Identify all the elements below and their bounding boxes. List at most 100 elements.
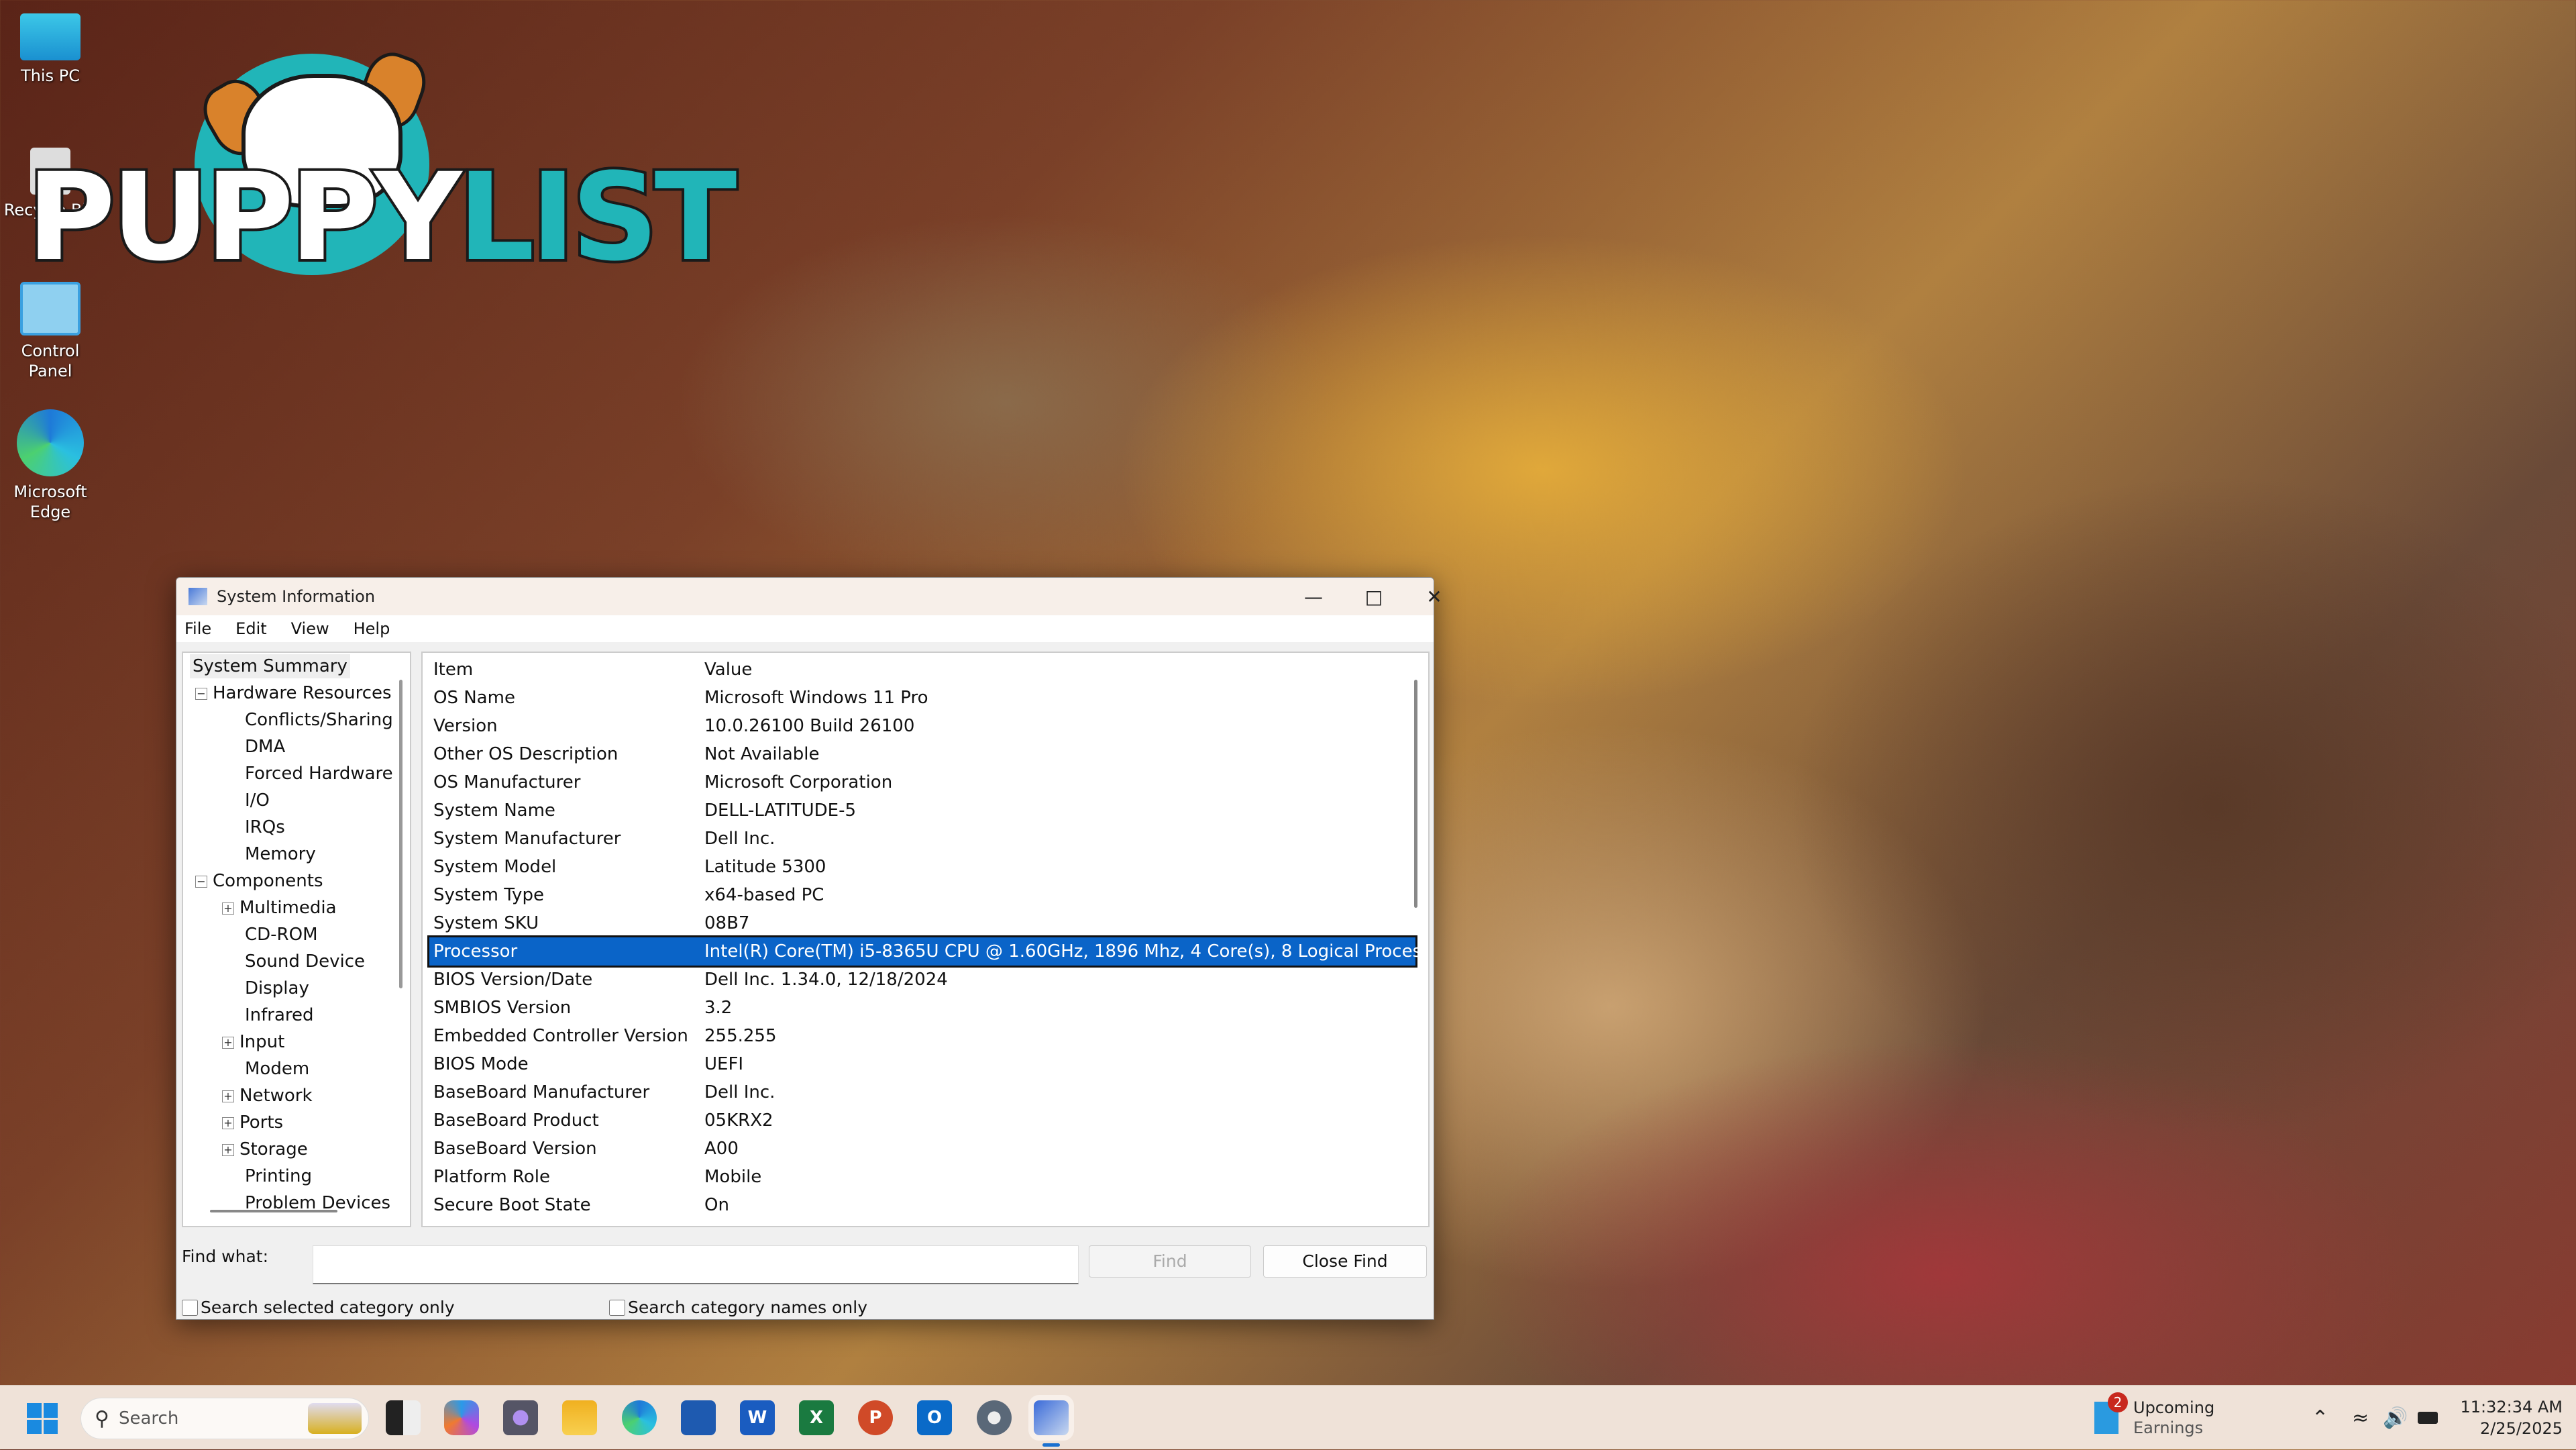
tree-item[interactable]: Problem Devices: [222, 1191, 390, 1215]
find-button[interactable]: Find: [1089, 1245, 1251, 1278]
table-row[interactable]: BIOS Version/Date Dell Inc. 1.34.0, 12/18…: [429, 966, 1415, 994]
close-button[interactable]: ✕: [1404, 578, 1464, 615]
table-row[interactable]: Embedded Controller Version 255.255: [429, 1022, 1415, 1050]
row-item: OS Manufacturer: [433, 772, 581, 792]
row-item: BaseBoard Version: [433, 1139, 597, 1159]
row-value: Mobile: [704, 1167, 762, 1187]
desktop-icon-edge[interactable]: Microsoft Edge: [0, 409, 101, 522]
find-what-label: Find what:: [182, 1247, 269, 1266]
tree-item[interactable]: DMA: [222, 735, 285, 759]
powerpoint-icon[interactable]: P: [858, 1400, 893, 1435]
minimize-button[interactable]: —: [1283, 578, 1344, 615]
tree-item[interactable]: IRQs: [222, 815, 285, 839]
expand-icon[interactable]: +: [222, 902, 234, 915]
taskbar: ⚲ Search W X P O 2 Upcoming Earnings ⌃ ≈ …: [0, 1385, 2576, 1449]
row-value: 255.255: [704, 1026, 777, 1046]
row-value: 08B7: [704, 913, 750, 933]
collapse-icon[interactable]: −: [195, 687, 207, 700]
expand-icon[interactable]: +: [222, 1117, 234, 1129]
settings-icon[interactable]: [977, 1400, 1012, 1435]
battery-icon[interactable]: [2418, 1386, 2438, 1450]
menu-view[interactable]: View: [291, 619, 329, 638]
wifi-icon[interactable]: ≈: [2352, 1386, 2369, 1450]
tree-item[interactable]: I/O: [222, 788, 270, 813]
find-what-input[interactable]: [313, 1245, 1079, 1284]
tree-item[interactable]: − Components: [195, 869, 323, 893]
maximize-button[interactable]: □: [1344, 578, 1404, 615]
outlook-icon[interactable]: O: [917, 1400, 952, 1435]
table-row[interactable]: Platform Role Mobile: [429, 1163, 1415, 1191]
earnings-widget[interactable]: 2 Upcoming Earnings: [2094, 1386, 2214, 1450]
volume-icon[interactable]: 🔊: [2383, 1386, 2408, 1450]
search-selected-category-checkbox[interactable]: Search selected category only: [182, 1298, 455, 1317]
copilot-icon[interactable]: [444, 1400, 479, 1435]
table-row[interactable]: Processor Intel(R) Core(TM) i5-8365U CPU …: [427, 935, 1428, 968]
desktop-icon-control-panel[interactable]: Control Panel: [0, 282, 101, 381]
category-tree[interactable]: System Summary − Hardware Resources Confli…: [182, 652, 411, 1227]
expand-icon[interactable]: +: [222, 1036, 234, 1049]
camera-icon[interactable]: [503, 1400, 538, 1435]
tree-item-system-summary[interactable]: System Summary: [190, 654, 350, 678]
row-item: BIOS Version/Date: [433, 970, 593, 990]
row-item: System Model: [433, 857, 557, 877]
tree-item[interactable]: − Hardware Resources: [195, 681, 392, 705]
store-icon[interactable]: [681, 1400, 716, 1435]
collapse-icon[interactable]: −: [195, 875, 207, 888]
tree-item[interactable]: + Ports: [222, 1110, 283, 1135]
expand-icon[interactable]: +: [222, 1143, 234, 1156]
tree-item[interactable]: Memory: [222, 842, 316, 866]
system-information-taskbar-icon[interactable]: [1028, 1395, 1074, 1441]
close-find-button[interactable]: Close Find: [1263, 1245, 1427, 1278]
table-row[interactable]: Version 10.0.26100 Build 26100: [429, 712, 1415, 740]
table-row[interactable]: OS Manufacturer Microsoft Corporation: [429, 768, 1415, 796]
menu-edit[interactable]: Edit: [235, 619, 266, 638]
table-row[interactable]: BIOS Mode UEFI: [429, 1050, 1415, 1078]
tree-item[interactable]: Display: [222, 976, 309, 1000]
table-row[interactable]: System Type x64-based PC: [429, 881, 1415, 909]
show-hidden-icons-chevron[interactable]: ⌃: [2312, 1386, 2328, 1450]
tree-item[interactable]: + Multimedia: [222, 896, 337, 920]
row-item: System Manufacturer: [433, 829, 621, 849]
menu-help[interactable]: Help: [354, 619, 390, 638]
expand-icon[interactable]: +: [222, 1090, 234, 1102]
table-row[interactable]: System SKU 08B7: [429, 909, 1415, 937]
table-row[interactable]: SMBIOS Version 3.2: [429, 994, 1415, 1022]
tree-item[interactable]: Printing: [222, 1164, 312, 1188]
column-header-item[interactable]: Item: [433, 656, 473, 684]
tree-item[interactable]: + Input: [222, 1030, 284, 1054]
tree-item[interactable]: + Network: [222, 1084, 313, 1108]
tree-item[interactable]: Conflicts/Sharing: [222, 708, 393, 732]
table-row[interactable]: System Model Latitude 5300: [429, 853, 1415, 881]
details-list[interactable]: Item Value OS Name Microsoft Windows 11 P…: [421, 652, 1430, 1227]
table-row[interactable]: BaseBoard Manufacturer Dell Inc.: [429, 1078, 1415, 1106]
table-row[interactable]: Other OS Description Not Available: [429, 740, 1415, 768]
task-view-icon[interactable]: [386, 1400, 421, 1435]
tree-item[interactable]: Forced Hardware: [222, 762, 393, 786]
tree-item[interactable]: Sound Device: [222, 949, 365, 974]
column-header-value[interactable]: Value: [704, 656, 752, 684]
start-button[interactable]: [27, 1403, 58, 1434]
table-row[interactable]: OS Name Microsoft Windows 11 Pro: [429, 684, 1415, 712]
clock[interactable]: 11:32:34 AM 2/25/2025: [2455, 1386, 2563, 1450]
file-explorer-icon[interactable]: [562, 1400, 597, 1435]
table-row[interactable]: BaseBoard Version A00: [429, 1135, 1415, 1163]
tree-item[interactable]: Infrared: [222, 1003, 314, 1027]
word-icon[interactable]: W: [740, 1400, 775, 1435]
table-row[interactable]: Secure Boot State On: [429, 1191, 1415, 1219]
edge-taskbar-icon[interactable]: [622, 1400, 657, 1435]
tree-item[interactable]: CD-ROM: [222, 923, 318, 947]
tree-item[interactable]: Modem: [222, 1057, 309, 1081]
row-value: A00: [704, 1139, 739, 1159]
tree-scrollbar[interactable]: [399, 680, 402, 988]
row-value: UEFI: [704, 1054, 744, 1074]
table-row[interactable]: System Name DELL-LATITUDE-5: [429, 796, 1415, 825]
list-header: Item Value: [429, 656, 1415, 684]
menu-file[interactable]: File: [184, 619, 211, 638]
taskbar-search-box[interactable]: ⚲ Search: [80, 1398, 369, 1439]
table-row[interactable]: BaseBoard Product 05KRX2: [429, 1106, 1415, 1135]
tree-item[interactable]: + Storage: [222, 1137, 308, 1161]
table-row[interactable]: System Manufacturer Dell Inc.: [429, 825, 1415, 853]
search-category-names-checkbox[interactable]: Search category names only: [609, 1298, 867, 1317]
excel-icon[interactable]: X: [799, 1400, 834, 1435]
row-value: On: [704, 1195, 729, 1215]
